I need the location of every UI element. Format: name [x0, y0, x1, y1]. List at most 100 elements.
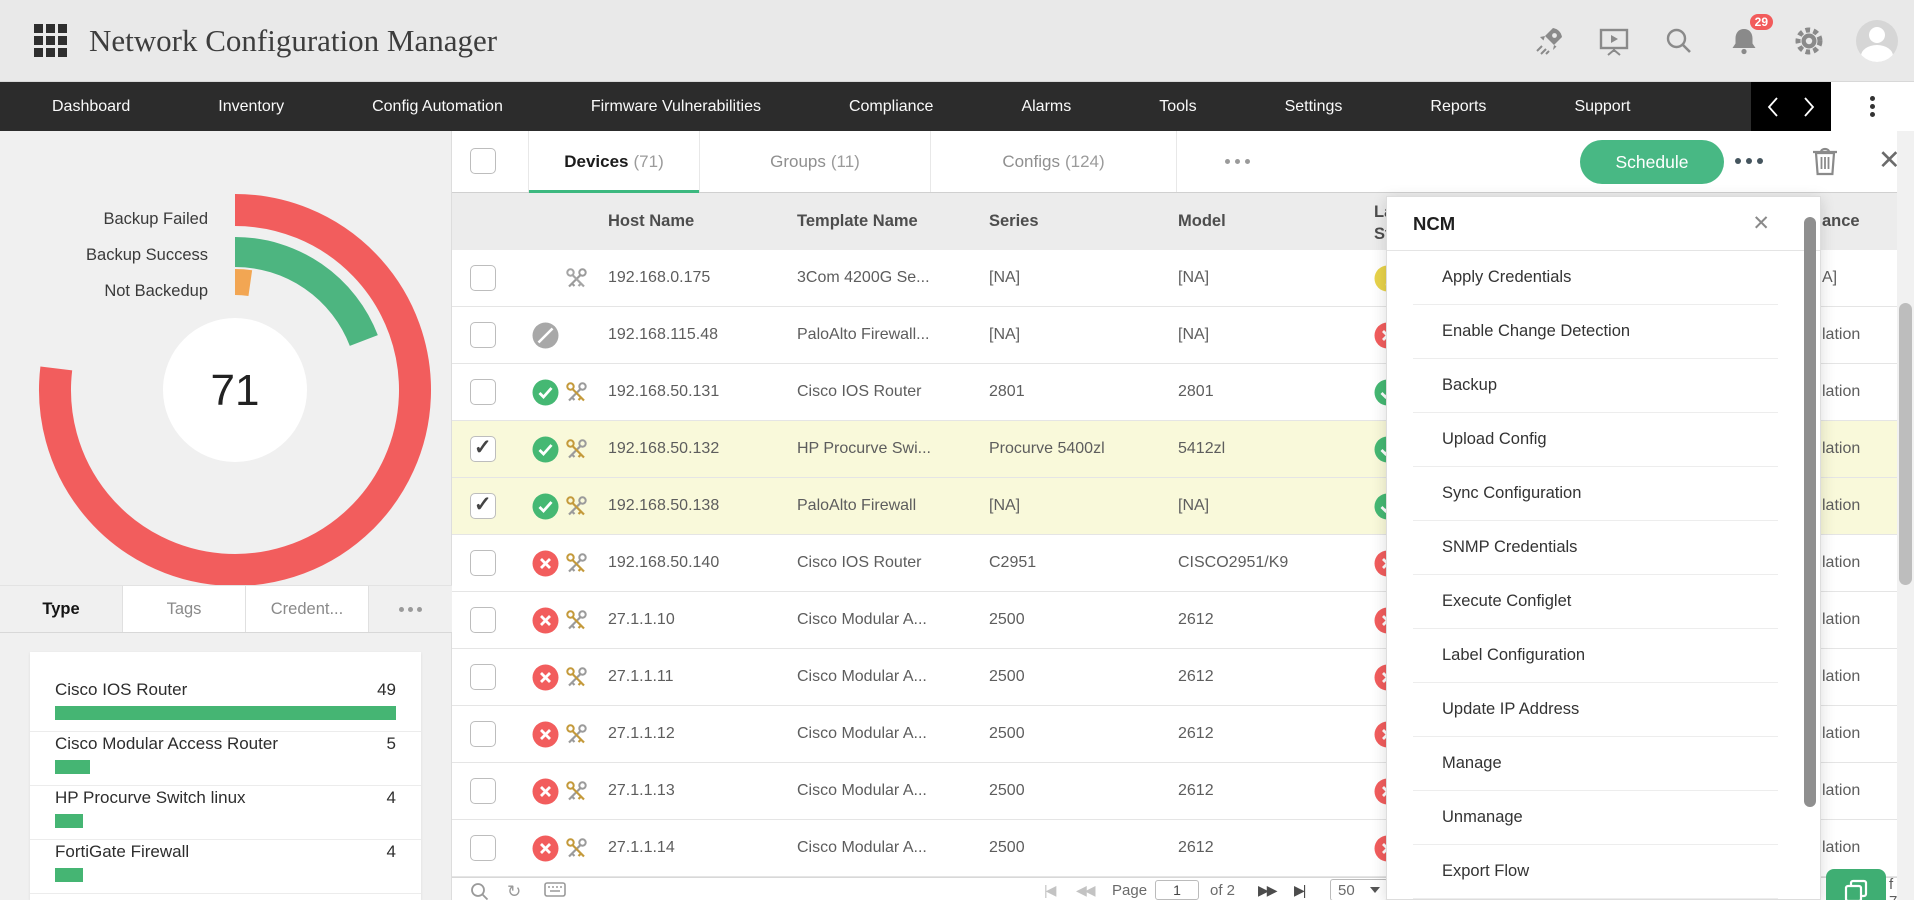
ncm-menu-item-unmanage[interactable]: Unmanage	[1413, 791, 1778, 845]
row-checkbox[interactable]	[470, 436, 496, 462]
nav-item-dashboard[interactable]: Dashboard	[8, 82, 174, 131]
user-avatar[interactable]	[1856, 20, 1898, 62]
row-checkbox[interactable]	[470, 664, 496, 690]
sidebar-tab-type[interactable]: Type	[0, 586, 123, 632]
row-checkbox[interactable]	[470, 493, 496, 519]
status-success-icon	[532, 379, 559, 411]
host-name-cell[interactable]: 192.168.50.132	[608, 421, 719, 477]
schedule-button[interactable]: Schedule	[1580, 140, 1724, 184]
ncm-menu-item-enable-change-detection[interactable]: Enable Change Detection	[1413, 305, 1778, 359]
chevron-left-icon[interactable]	[1766, 96, 1780, 118]
host-name-cell[interactable]: 192.168.115.48	[608, 307, 718, 363]
main-nav: DashboardInventoryConfig AutomationFirmw…	[0, 82, 1914, 131]
ncm-menu-item-execute-configlet[interactable]: Execute Configlet	[1413, 575, 1778, 629]
template-name-cell: PaloAlto Firewall...	[797, 307, 930, 363]
nav-item-firmware-vulnerabilities[interactable]: Firmware Vulnerabilities	[547, 82, 805, 131]
row-checkbox[interactable]	[470, 721, 496, 747]
next-page-icon[interactable]: ▶▶	[1258, 882, 1276, 899]
credentials-keys-icon	[564, 665, 589, 695]
row-checkbox[interactable]	[470, 778, 496, 804]
rocket-icon[interactable]	[1531, 23, 1567, 59]
page-number-input[interactable]	[1155, 880, 1199, 900]
row-checkbox[interactable]	[470, 607, 496, 633]
template-name-cell: Cisco Modular A...	[797, 763, 927, 819]
row-checkbox[interactable]	[470, 835, 496, 861]
list-search-icon[interactable]	[470, 882, 489, 900]
nav-item-support[interactable]: Support	[1530, 82, 1674, 131]
page-scrollbar-thumb[interactable]	[1899, 303, 1912, 585]
ncm-menu-item-export-flow[interactable]: Export Flow	[1413, 845, 1778, 899]
device-type-bar	[55, 760, 90, 774]
tab-groups[interactable]: Groups(11)	[700, 131, 931, 192]
host-name-cell[interactable]: 192.168.50.140	[608, 535, 719, 591]
host-name-cell[interactable]: 27.1.1.11	[608, 649, 674, 705]
chevron-right-icon[interactable]	[1802, 96, 1816, 118]
col-host-name[interactable]: Host Name	[608, 193, 694, 250]
device-type-row-hp-procurve-switch-linux[interactable]: HP Procurve Switch linux4	[30, 786, 421, 840]
host-name-cell[interactable]: 27.1.1.13	[608, 763, 675, 819]
nav-item-compliance[interactable]: Compliance	[805, 82, 977, 131]
tab-configs[interactable]: Configs(124)	[931, 131, 1177, 192]
device-type-label: Cisco IOS Router	[55, 680, 187, 700]
device-type-row-cisco-modular-access-router[interactable]: Cisco Modular Access Router5	[30, 732, 421, 786]
host-name-cell[interactable]: 27.1.1.12	[608, 706, 675, 762]
nav-item-alarms[interactable]: Alarms	[977, 82, 1115, 131]
host-name-cell[interactable]: 192.168.50.138	[608, 478, 719, 534]
nav-kebab-strip	[1831, 82, 1914, 131]
col-compliance-fragment[interactable]: ance	[1822, 193, 1860, 250]
device-type-row-fortigate-firewall[interactable]: FortiGate Firewall4	[30, 840, 421, 894]
export-copy-button[interactable]	[1826, 869, 1886, 900]
notification-bell-icon[interactable]: 29	[1726, 23, 1762, 59]
sidebar-tab-credent[interactable]: Credent...	[246, 586, 369, 632]
first-page-icon[interactable]: |◀	[1044, 882, 1054, 899]
nav-item-tools[interactable]: Tools	[1115, 82, 1240, 131]
device-type-row-cisco-ios-router[interactable]: Cisco IOS Router49	[30, 678, 421, 732]
host-name-cell[interactable]: 27.1.1.14	[608, 820, 675, 876]
ncm-menu-item-upload-config[interactable]: Upload Config	[1413, 413, 1778, 467]
kebab-menu-icon[interactable]	[1870, 93, 1875, 120]
col-model[interactable]: Model	[1178, 193, 1226, 250]
trash-icon[interactable]	[1810, 144, 1840, 183]
page-size-select[interactable]: 50	[1330, 879, 1388, 900]
row-checkbox[interactable]	[470, 265, 496, 291]
main-tabs-more-icon[interactable]	[1177, 131, 1297, 192]
more-actions-icon[interactable]	[1735, 158, 1763, 164]
refresh-icon[interactable]: ↻	[507, 882, 521, 900]
nav-item-inventory[interactable]: Inventory	[174, 82, 328, 131]
last-page-icon[interactable]: ▶|	[1294, 882, 1304, 899]
ncm-menu-item-apply-credentials[interactable]: Apply Credentials	[1413, 251, 1778, 305]
keyboard-icon[interactable]	[544, 882, 566, 900]
col-template-name[interactable]: Template Name	[797, 193, 918, 250]
sidebar-tab-tags[interactable]: Tags	[123, 586, 246, 632]
ncm-panel-scrollbar[interactable]	[1804, 217, 1816, 807]
search-icon[interactable]	[1661, 23, 1697, 59]
ncm-menu-item-backup[interactable]: Backup	[1413, 359, 1778, 413]
apps-grid-icon[interactable]	[34, 24, 67, 57]
ncm-menu-item-label-configuration[interactable]: Label Configuration	[1413, 629, 1778, 683]
host-name-cell[interactable]: 192.168.50.131	[608, 364, 719, 420]
demo-player-icon[interactable]	[1596, 23, 1632, 59]
donut-slice-not-backedup	[235, 282, 250, 283]
tab-devices[interactable]: Devices(71)	[528, 131, 700, 192]
row-checkbox[interactable]	[470, 379, 496, 405]
ncm-menu-item-manage[interactable]: Manage	[1413, 737, 1778, 791]
host-name-cell[interactable]: 192.168.0.175	[608, 250, 710, 306]
nav-item-config-automation[interactable]: Config Automation	[328, 82, 547, 131]
nav-item-reports[interactable]: Reports	[1386, 82, 1530, 131]
ncm-menu-item-sync-configuration[interactable]: Sync Configuration	[1413, 467, 1778, 521]
ncm-menu-item-snmp-credentials[interactable]: SNMP Credentials	[1413, 521, 1778, 575]
ncm-panel-close-icon[interactable]: ✕	[1752, 211, 1770, 236]
host-name-cell[interactable]: 27.1.1.10	[608, 592, 675, 648]
prev-page-icon[interactable]: ◀◀	[1076, 882, 1094, 899]
page-scrollbar[interactable]	[1897, 131, 1914, 900]
row-checkbox[interactable]	[470, 550, 496, 576]
col-series[interactable]: Series	[989, 193, 1039, 250]
select-all-checkbox[interactable]	[470, 148, 496, 174]
row-checkbox[interactable]	[470, 322, 496, 348]
nav-item-settings[interactable]: Settings	[1241, 82, 1387, 131]
compliance-cell-fragment: lation	[1822, 763, 1860, 819]
settings-gear-icon[interactable]	[1791, 23, 1827, 59]
page-of-label: of 2	[1210, 882, 1235, 899]
sidebar-tabs-more-icon[interactable]	[369, 586, 452, 632]
ncm-menu-item-update-ip-address[interactable]: Update IP Address	[1413, 683, 1778, 737]
